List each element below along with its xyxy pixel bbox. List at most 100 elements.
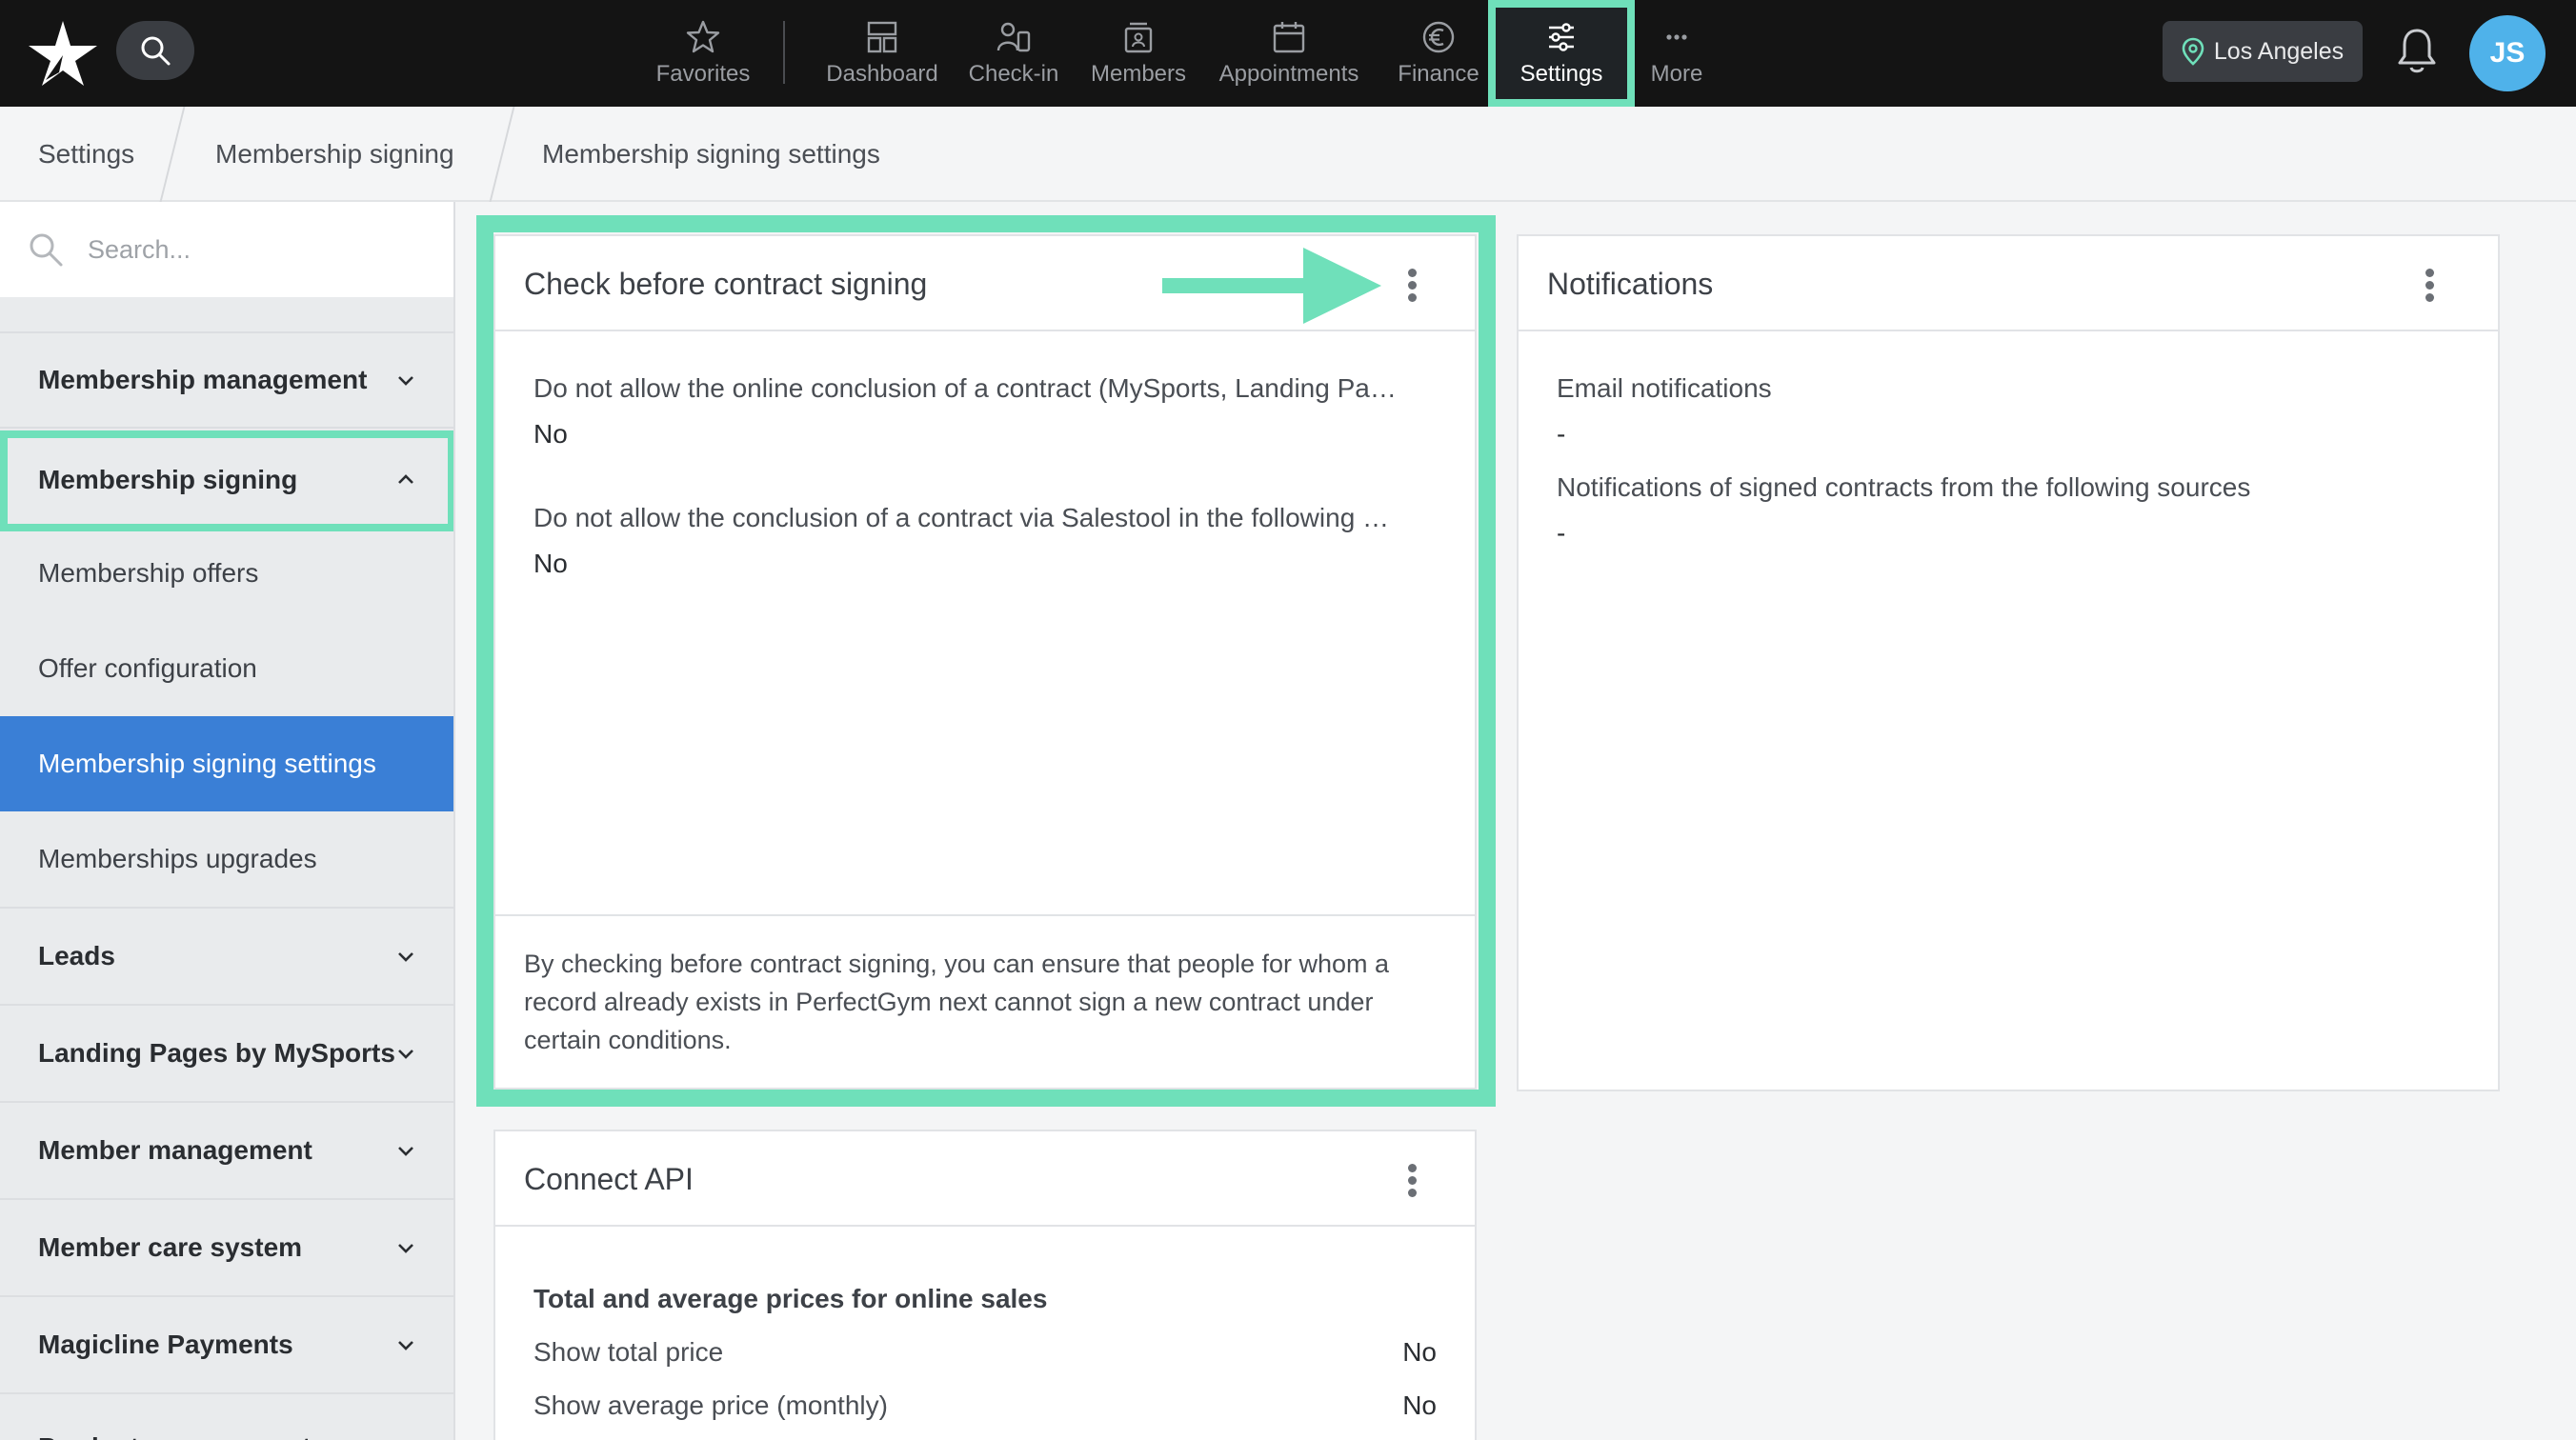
sidebar-item-leads[interactable]: Leads: [0, 909, 453, 1006]
nav-members-label: Members: [1090, 61, 1187, 87]
card-menu-kebab-icon[interactable]: [2425, 269, 2435, 302]
sidebar-item-label: Membership signing: [38, 465, 298, 494]
nav-dashboard[interactable]: Dashboard: [817, 0, 947, 107]
top-navigation-bar: Favorites Dashboard Check-in Members App…: [0, 0, 2576, 107]
sidebar-item-membership-management[interactable]: Membership management: [0, 331, 453, 429]
location-label: Los Angeles: [2213, 37, 2345, 65]
section-title: Total and average prices for online sale…: [533, 1284, 1048, 1313]
user-avatar[interactable]: JS: [2469, 15, 2546, 91]
card-notifications: Notifications Email notifications - Noti…: [1517, 234, 2500, 1091]
sidebar-item-member-management[interactable]: Member management: [0, 1103, 453, 1200]
setting-value: No: [1402, 1390, 1437, 1420]
breadcrumb-current-page: Membership signing settings: [542, 139, 880, 169]
nav-check-in[interactable]: Check-in: [960, 0, 1067, 107]
breadcrumb-settings[interactable]: Settings: [38, 107, 134, 202]
sidebar-item-landing-pages[interactable]: Landing Pages by MySports: [0, 1006, 453, 1103]
nav-more[interactable]: More: [1640, 0, 1713, 107]
search-icon: [141, 36, 171, 66]
sidebar-item-label: Product management: [38, 1432, 311, 1440]
nav-finance[interactable]: Finance: [1385, 0, 1492, 107]
members-icon: [1124, 22, 1153, 53]
card-title: Notifications: [1547, 267, 1714, 301]
settings-sidebar: Search... Membership management Membersh…: [0, 202, 455, 1440]
setting-label: Do not allow the online conclusion of a …: [533, 373, 1397, 403]
card-menu-kebab-icon[interactable]: [1408, 269, 1418, 302]
sidebar-item-label: Membership signing settings: [38, 749, 376, 778]
sidebar-item-membership-signing[interactable]: Membership signing: [0, 430, 453, 531]
nav-settings[interactable]: Settings: [1488, 0, 1635, 107]
euro-icon: [1422, 21, 1455, 53]
sidebar-item-product-management[interactable]: Product management: [0, 1394, 453, 1440]
breadcrumb-separator: [489, 107, 515, 202]
check-in-icon: [996, 22, 1031, 52]
nav-favorites[interactable]: Favorites: [640, 0, 766, 107]
setting-value: No: [533, 419, 568, 449]
card-description: By checking before contract signing, you…: [495, 914, 1475, 1088]
chevron-down-icon: [398, 952, 413, 962]
nav-members[interactable]: Members: [1080, 0, 1197, 107]
card-title: Check before contract signing: [524, 267, 928, 301]
setting-value: -: [1557, 419, 1566, 449]
nav-appointments-label: Appointments: [1218, 61, 1359, 87]
sidebar-item-offer-configuration[interactable]: Offer configuration: [0, 621, 453, 716]
location-selector-button[interactable]: Los Angeles: [2163, 21, 2363, 82]
card-header: Notifications: [1519, 236, 2498, 331]
calendar-icon: [1273, 22, 1305, 53]
card-check-before-signing: Check before contract signing Do not all…: [493, 234, 1477, 1090]
setting-value: No: [1402, 1337, 1437, 1367]
nav-settings-label: Settings: [1519, 61, 1603, 87]
sidebar-item-membership-signing-settings[interactable]: Membership signing settings: [0, 716, 453, 811]
sidebar-item-label: Magicline Payments: [38, 1330, 293, 1359]
arrow-right-icon: [1162, 248, 1381, 324]
setting-label: Email notifications: [1557, 373, 1772, 403]
sidebar-item-membership-offers[interactable]: Membership offers: [0, 526, 453, 621]
setting-value: No: [533, 549, 568, 578]
more-icon: [1666, 34, 1687, 40]
sidebar-item-label: Membership offers: [38, 558, 259, 588]
chevron-up-icon: [398, 474, 413, 484]
search-icon: [30, 233, 63, 267]
sidebar-item-label: Member management: [38, 1135, 312, 1165]
card-header: Check before contract signing: [495, 236, 1475, 331]
chevron-down-icon: [398, 1147, 413, 1156]
sliders-icon: [1549, 23, 1574, 51]
nav-appointments[interactable]: Appointments: [1210, 0, 1368, 107]
nav-divider: [783, 21, 785, 84]
nav-favorites-label: Favorites: [655, 61, 751, 87]
map-pin-icon: [2182, 37, 2204, 66]
global-search-button[interactable]: [116, 21, 194, 80]
chevron-down-icon: [398, 1244, 413, 1253]
breadcrumb: Settings Membership signing Membership s…: [0, 107, 2576, 202]
sidebar-item-magicline-payments[interactable]: Magicline Payments: [0, 1297, 453, 1394]
nav-finance-label: Finance: [1398, 61, 1479, 87]
sidebar-item-label: Leads: [38, 941, 115, 970]
chevron-down-icon: [398, 1050, 413, 1059]
nav-check-in-label: Check-in: [968, 61, 1059, 87]
breadcrumb-membership-signing[interactable]: Membership signing: [215, 107, 454, 202]
sidebar-item-member-care-system[interactable]: Member care system: [0, 1200, 453, 1297]
sidebar-search[interactable]: Search...: [0, 202, 453, 297]
star-icon: [686, 20, 720, 53]
nav-dashboard-label: Dashboard: [826, 61, 938, 87]
setting-label: Notifications of signed contracts from t…: [1557, 472, 2251, 502]
sidebar-search-input[interactable]: Search...: [88, 202, 191, 297]
sidebar-item-label: Memberships upgrades: [38, 844, 317, 873]
sidebar-item-label: Membership management: [38, 365, 368, 394]
dashboard-icon: [867, 21, 897, 53]
chevron-down-icon: [398, 1341, 413, 1350]
sidebar-item-memberships-upgrades[interactable]: Memberships upgrades: [0, 811, 453, 909]
sidebar-item-label: Landing Pages by MySports: [38, 1038, 395, 1068]
card-connect-api: Connect API Total and average prices for…: [493, 1130, 1477, 1440]
setting-label: Show total price: [533, 1337, 724, 1367]
card-menu-kebab-icon[interactable]: [1408, 1164, 1418, 1197]
breadcrumb-separator: [159, 107, 186, 202]
setting-value: -: [1557, 518, 1566, 548]
setting-label: Do not allow the conclusion of a contrac…: [533, 503, 1390, 532]
sidebar-item-label: Offer configuration: [38, 653, 257, 683]
app-logo-star-icon[interactable]: [27, 17, 99, 90]
bell-icon[interactable]: [2395, 27, 2439, 76]
setting-label: Show average price (monthly): [533, 1390, 888, 1420]
chevron-down-icon: [398, 376, 413, 386]
card-header: Connect API: [495, 1131, 1475, 1227]
card-title: Connect API: [524, 1162, 694, 1196]
